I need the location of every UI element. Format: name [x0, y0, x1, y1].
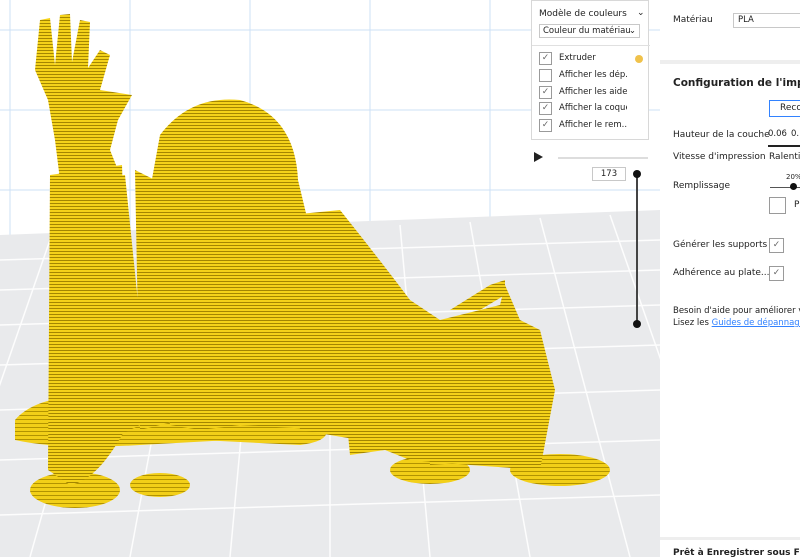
checkbox[interactable]: ✓ [539, 52, 552, 65]
checkbox-label: Afficher la coque [559, 103, 627, 113]
checkbox-label: Extruder [559, 53, 596, 63]
layer-height-label: Hauteur de la couche [673, 130, 770, 140]
gradual-infill-checkbox[interactable] [769, 197, 786, 214]
recommended-button[interactable]: Reco [769, 100, 800, 117]
checkbox[interactable] [539, 69, 552, 82]
infill-percent: 20% [786, 173, 800, 181]
play-icon[interactable] [534, 152, 543, 162]
color-scheme-value: Couleur du matériau [543, 26, 631, 36]
chevron-down-icon: ⌄ [628, 26, 636, 36]
color-scheme-label: Modèle de couleurs [539, 9, 627, 19]
color-scheme-select[interactable]: Couleur du matériau ⌄ [539, 24, 640, 38]
adhesion-checkbox[interactable]: ✓ [769, 266, 784, 281]
checkbox-label: Afficher les aides [559, 87, 627, 97]
help-text: Besoin d'aide pour améliorer vos [673, 306, 800, 316]
troubleshooting-link[interactable]: Guides de dépannage U [712, 318, 800, 328]
chevron-down-icon[interactable]: ⌄ [637, 8, 645, 18]
color-scheme-panel: Modèle de couleurs ⌄ Couleur du matériau… [531, 0, 650, 140]
toggle-show-shell[interactable]: ✓ Afficher la coque [539, 102, 645, 117]
gradual-infill-label: P [794, 200, 800, 210]
toggle-extruder[interactable]: ✓ Extruder [539, 52, 645, 67]
infill-label: Remplissage [673, 181, 731, 191]
divider [660, 60, 800, 64]
supports-checkbox[interactable]: ✓ [769, 238, 784, 253]
layer-height-option[interactable]: 0.06 [768, 129, 787, 139]
material-label: Matériau [673, 15, 713, 25]
checkbox[interactable]: ✓ [539, 86, 552, 99]
toggle-show-infill[interactable]: ✓ Afficher le rem... [539, 119, 645, 134]
layer-height-options[interactable]: 0.06 0. [768, 129, 800, 145]
supports-label: Générer les supports [673, 240, 768, 250]
print-speed-label: Vitesse d'impression [673, 152, 766, 162]
help-read-prefix: Lisez les Guides de dépannage U [673, 318, 800, 328]
current-layer-field[interactable]: 173 [592, 167, 626, 181]
adhesion-label: Adhérence au plate... [673, 268, 770, 278]
toggle-show-helpers[interactable]: ✓ Afficher les aides [539, 86, 645, 101]
checkbox-label: Afficher le rem... [559, 120, 627, 130]
status-footer: Prêt à Enregistrer sous Fichier [673, 548, 800, 557]
layer-height-option[interactable]: 0. [791, 129, 799, 139]
checkbox-label: Afficher les dép... [559, 70, 627, 80]
simulation-slider[interactable] [558, 157, 648, 159]
help-read-text: Lisez les [673, 318, 709, 328]
section-title: Configuration de l'impress [673, 77, 800, 89]
layer-slider[interactable] [636, 174, 638, 324]
toggle-show-travel[interactable]: Afficher les dép... [539, 69, 645, 84]
print-settings-panel: Matériau PLA Configuration de l'impress … [660, 0, 800, 557]
layer-slider-top-handle[interactable] [633, 170, 641, 178]
layer-height-bar [768, 145, 800, 147]
print-speed-value[interactable]: Ralentir [769, 152, 800, 162]
material-select[interactable]: PLA [733, 13, 800, 28]
divider [532, 45, 650, 46]
divider [660, 537, 800, 540]
layer-slider-bottom-handle[interactable] [633, 320, 641, 328]
infill-slider-handle[interactable] [790, 183, 797, 190]
checkbox[interactable]: ✓ [539, 102, 552, 115]
extruder-color-swatch [635, 55, 643, 63]
checkbox[interactable]: ✓ [539, 119, 552, 132]
